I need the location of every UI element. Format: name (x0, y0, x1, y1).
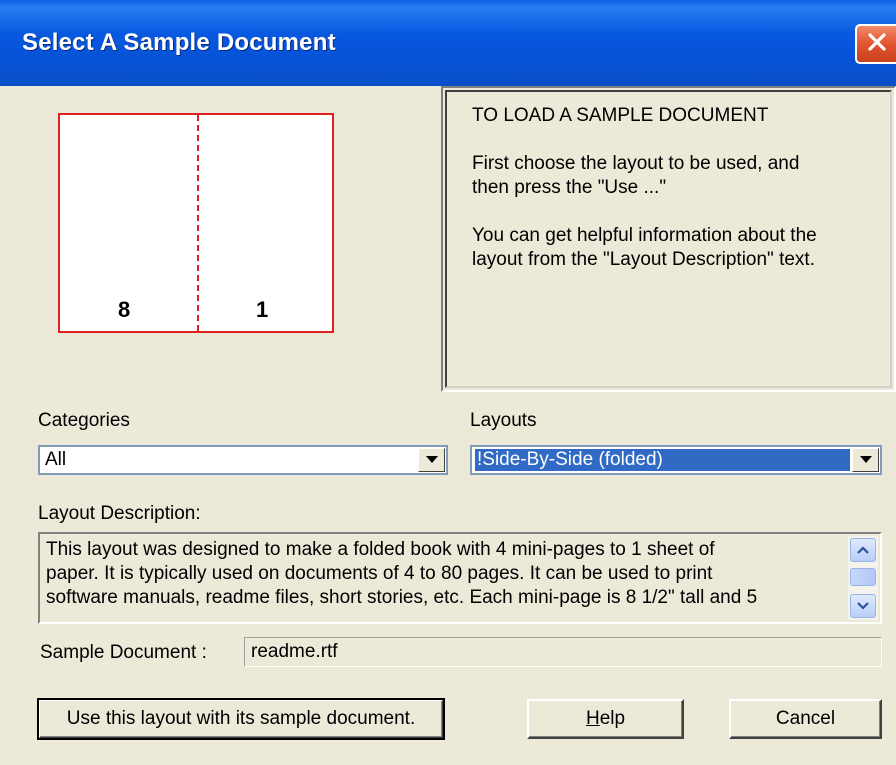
scroll-down-button[interactable] (850, 594, 876, 618)
layout-description-label: Layout Description: (38, 503, 201, 524)
description-line: This layout was designed to make a folde… (46, 539, 715, 560)
layout-description-box[interactable]: This layout was designed to make a folde… (38, 532, 882, 624)
scroll-thumb[interactable] (850, 568, 876, 586)
description-line: paper. It is typically used on documents… (46, 563, 713, 584)
chevron-up-icon (857, 541, 869, 559)
layouts-label: Layouts (470, 410, 537, 431)
cancel-label: Cancel (775, 708, 836, 729)
instructions-inner: TO LOAD A SAMPLE DOCUMENT First choose t… (445, 90, 892, 388)
title-bar[interactable]: Select A Sample Document (0, 0, 896, 86)
chevron-down-icon (857, 597, 869, 615)
instructions-line: You can get helpful information about th… (472, 225, 817, 246)
dialog-window: Select A Sample Document 8 1 TO LOAD A S… (0, 0, 896, 765)
chevron-down-icon[interactable] (418, 448, 445, 472)
instructions-line: then press the "Use ..." (472, 177, 667, 198)
sample-document-field: readme.rtf (244, 637, 882, 667)
scroll-up-button[interactable] (850, 538, 876, 562)
layouts-dropdown[interactable]: !Side-By-Side (folded) (470, 445, 882, 475)
use-layout-label: Use this layout with its sample document… (66, 708, 416, 729)
instructions-line: layout from the "Layout Description" tex… (472, 249, 815, 270)
layout-preview: 8 1 (58, 113, 334, 333)
description-line: software manuals, readme files, short st… (46, 587, 758, 608)
close-button[interactable] (855, 24, 896, 64)
instructions-panel: TO LOAD A SAMPLE DOCUMENT First choose t… (441, 86, 896, 392)
layout-description-text: This layout was designed to make a folde… (46, 538, 846, 610)
close-icon (866, 31, 888, 58)
help-label-rest: elp (599, 708, 626, 729)
preview-page-left: 8 (118, 297, 131, 322)
instructions-line: First choose the layout to be used, and (472, 153, 800, 174)
help-label: Help (586, 708, 625, 730)
instructions-heading: TO LOAD A SAMPLE DOCUMENT (472, 105, 769, 126)
preview-page-right: 1 (256, 297, 269, 322)
categories-value: All (45, 449, 67, 470)
fold-line (197, 115, 199, 331)
layouts-value: !Side-By-Side (folded) (475, 449, 850, 471)
help-button[interactable]: Help (527, 699, 684, 739)
help-mnemonic: H (585, 708, 600, 729)
description-scrollbar[interactable] (848, 536, 878, 620)
categories-label: Categories (38, 410, 130, 431)
window-title: Select A Sample Document (22, 29, 336, 56)
categories-dropdown[interactable]: All (38, 445, 448, 475)
cancel-button[interactable]: Cancel (729, 699, 882, 739)
sample-document-value: readme.rtf (251, 641, 338, 662)
chevron-down-icon[interactable] (852, 448, 879, 472)
sample-document-label: Sample Document : (40, 642, 207, 663)
use-layout-button[interactable]: Use this layout with its sample document… (37, 698, 445, 740)
